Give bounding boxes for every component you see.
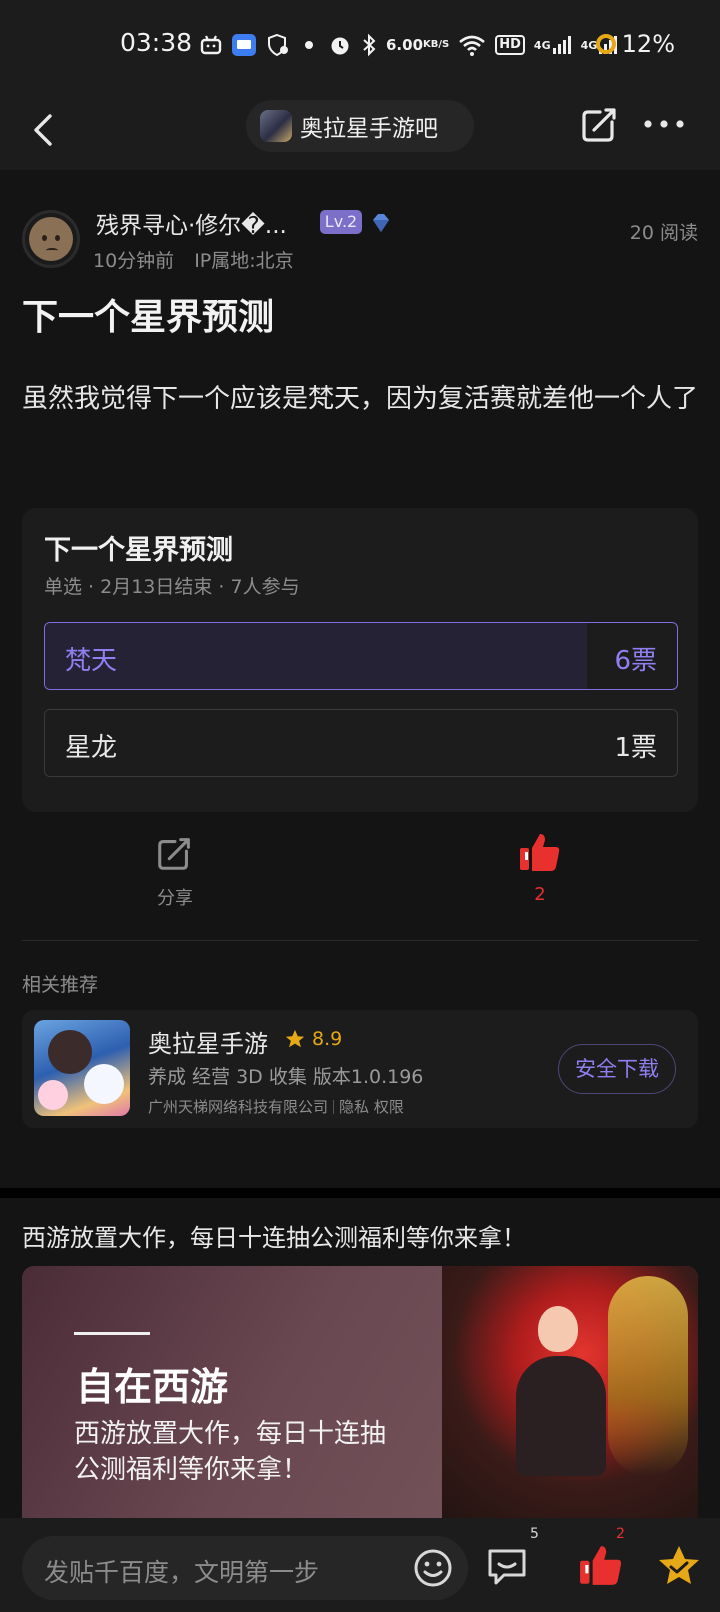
comment-icon[interactable]: [484, 1543, 530, 1589]
poll-option-1[interactable]: 梵天 6票: [44, 622, 678, 690]
app-tags: 养成 经营 3D 收集 版本1.0.196: [148, 1066, 424, 1088]
poll-option-1-fill: [45, 623, 587, 689]
more-dots-icon: [644, 120, 684, 128]
diamond-badge-icon: [373, 214, 389, 232]
bottom-bar: 发贴千百度，文明第一步 5 2: [0, 1518, 720, 1612]
message-app-icon: [231, 33, 257, 57]
post-content: 残界寻心·修尔�... Lv.2 10分钟前 IP属地:北京 20 阅读 下一个星…: [0, 170, 720, 1188]
ad-section[interactable]: 西游放置大作，每日十连抽公测福利等你来拿！ 自在西游 西游放置大作，每日十连抽公…: [0, 1198, 720, 1518]
app-company: 广州天梯网络科技有限公司: [148, 1098, 329, 1116]
read-count: 20 阅读: [629, 222, 698, 244]
app-name: 奥拉星手游: [148, 1030, 268, 1058]
post-ip: IP属地:北京: [194, 250, 294, 272]
poll-option-1-votes: 6票: [614, 646, 657, 676]
favorite-star-icon[interactable]: [656, 1543, 702, 1589]
back-button[interactable]: [26, 106, 66, 154]
level-badge: Lv.2: [320, 210, 362, 234]
banner-rule: [74, 1332, 150, 1335]
wifi-icon: [458, 34, 486, 56]
poll-option-2[interactable]: 星龙 1票: [44, 709, 678, 777]
share-button-top[interactable]: [578, 102, 622, 146]
top-nav-bar: 奥拉星手游吧: [0, 90, 720, 170]
banner-subtitle: 西游放置大作，每日十连抽公测福利等你来拿！: [74, 1419, 387, 1485]
privacy-link[interactable]: 隐私: [339, 1098, 369, 1116]
post-time: 10分钟前: [93, 250, 175, 272]
shield-icon: [266, 33, 290, 57]
app-rating: 8.9: [312, 1028, 343, 1050]
battery-percent: 12%: [621, 30, 675, 58]
status-time: 03:38: [120, 28, 193, 57]
forum-pill[interactable]: 奥拉星手游吧: [246, 100, 474, 152]
related-title: 相关推荐: [22, 974, 99, 996]
app-company-line: 广州天梯网络科技有限公司 隐私 权限: [148, 1096, 404, 1117]
battery-indicator: 12%: [595, 30, 675, 58]
more-button[interactable]: [640, 110, 688, 138]
poll-title: 下一个星界预测: [44, 535, 233, 566]
like-button[interactable]: 2: [505, 832, 575, 905]
poll-card: 下一个星界预测 单选 · 2月13日结束 · 7人参与 梵天 6票 星龙 1票: [22, 508, 698, 812]
reply-placeholder: 发贴千百度，文明第一步: [44, 1558, 320, 1587]
status-icons: 6.00 KB/S HD 4G 4G: [200, 28, 618, 62]
network-speed: 6.00 KB/S: [386, 36, 450, 54]
share-label: 分享: [157, 888, 193, 909]
ad-title: 西游放置大作，每日十连抽公测福利等你来拿！: [22, 1224, 526, 1252]
poll-option-2-label: 星龙: [65, 733, 118, 763]
post-meta: 10分钟前 IP属地:北京: [93, 246, 294, 273]
alarm-icon: [328, 33, 352, 57]
status-bar: 03:38 6.00 KB/S HD 4G 4G 12%: [0, 0, 720, 90]
reply-input[interactable]: 发贴千百度，文明第一步: [22, 1536, 468, 1600]
thumbs-up-icon[interactable]: [578, 1543, 624, 1589]
post-body: 虽然我觉得下一个应该是梵天，因为复活赛就差他一个人了: [22, 384, 699, 414]
like-count-badge: 2: [616, 1526, 625, 1542]
bilibili-icon: [200, 35, 222, 55]
star-icon: [285, 1029, 305, 1048]
poll-meta: 单选 · 2月13日结束 · 7人参与: [44, 576, 300, 598]
comment-count-badge: 5: [530, 1526, 539, 1542]
forum-name: 奥拉星手游吧: [300, 116, 438, 142]
post-title: 下一个星界预测: [22, 297, 275, 338]
hd-icon: HD: [495, 35, 525, 55]
thumbs-up-icon: [520, 834, 560, 871]
banner-character-art: [442, 1266, 698, 1518]
dot-icon: [305, 41, 313, 49]
bluetooth-icon: [361, 33, 377, 57]
avatar-face-icon: [29, 217, 73, 261]
battery-icon: [595, 34, 616, 54]
chevron-left-icon: [34, 114, 52, 146]
poll-option-1-label: 梵天: [65, 646, 118, 676]
section-gap: [0, 1188, 720, 1198]
poll-option-2-votes: 1票: [614, 733, 657, 763]
related-app-card[interactable]: 奥拉星手游 8.9 养成 经营 3D 收集 版本1.0.196 广州天梯网络科技…: [22, 1010, 698, 1128]
permissions-link[interactable]: 权限: [374, 1098, 404, 1116]
banner-title: 自在西游: [76, 1365, 229, 1409]
emoji-icon[interactable]: [412, 1547, 454, 1589]
download-button[interactable]: 安全下载: [558, 1044, 676, 1094]
ad-banner[interactable]: 自在西游 西游放置大作，每日十连抽公测福利等你来拿！: [22, 1266, 698, 1518]
share-button[interactable]: 分享: [140, 832, 210, 910]
forum-thumbnail: [260, 110, 292, 142]
share-icon: [582, 108, 616, 142]
signal-sim1-icon: 4G: [534, 35, 572, 55]
share-icon: [158, 838, 190, 870]
author-avatar[interactable]: [22, 210, 80, 268]
app-icon: [34, 1020, 130, 1116]
like-count: 2: [534, 884, 546, 905]
author-name[interactable]: 残界寻心·修尔�...: [96, 206, 287, 240]
divider: [22, 940, 698, 941]
